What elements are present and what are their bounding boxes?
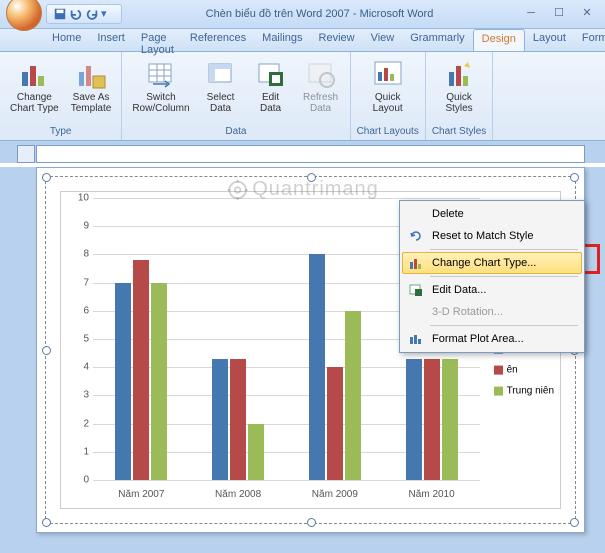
redo-icon[interactable] [85, 7, 99, 21]
close-button[interactable]: ✕ [573, 5, 601, 23]
ribbon-tabs: HomeInsertPage LayoutReferencesMailingsR… [0, 29, 605, 52]
select-data-button[interactable]: SelectData [198, 56, 244, 125]
ctx-reset[interactable]: Reset to Match Style [402, 225, 582, 247]
window-title: Chèn biểu đồ trên Word 2007 - Microsoft … [122, 8, 517, 20]
tab-page-layout[interactable]: Page Layout [133, 29, 182, 51]
horizontal-ruler[interactable] [36, 145, 585, 163]
y-tick: 4 [69, 362, 89, 373]
ribbon: ChangeChart Type Save AsTemplate Type Sw… [0, 52, 605, 141]
qat-dropdown-icon[interactable]: ▾ [101, 7, 115, 21]
ctx-delete[interactable]: Delete [402, 203, 582, 225]
x-label: Năm 2009 [287, 489, 384, 500]
bar[interactable] [327, 367, 343, 480]
resize-handle[interactable] [570, 518, 579, 527]
bar[interactable] [345, 311, 361, 480]
resize-handle[interactable] [42, 346, 51, 355]
resize-handle[interactable] [570, 173, 579, 182]
bar[interactable] [133, 260, 149, 480]
x-label: Năm 2008 [190, 489, 287, 500]
quick-styles-button[interactable]: QuickStyles [436, 56, 482, 125]
ctx-format-plot-area[interactable]: Format Plot Area... [402, 328, 582, 350]
bar[interactable] [212, 359, 228, 480]
y-tick: 10 [69, 193, 89, 204]
y-tick: 2 [69, 418, 89, 429]
tab-insert[interactable]: Insert [89, 29, 133, 51]
office-button[interactable] [6, 0, 42, 31]
tab-format[interactable]: Format [574, 29, 605, 51]
refresh-data-button[interactable]: RefreshData [298, 56, 344, 125]
resize-handle[interactable] [307, 173, 316, 182]
resize-handle[interactable] [307, 518, 316, 527]
tab-view[interactable]: View [363, 29, 403, 51]
save-icon[interactable] [53, 7, 67, 21]
resize-handle[interactable] [42, 518, 51, 527]
y-tick: 5 [69, 334, 89, 345]
maximize-button[interactable]: ☐ [545, 5, 573, 23]
undo-icon[interactable] [69, 7, 83, 21]
y-tick: 7 [69, 277, 89, 288]
y-tick: 9 [69, 221, 89, 232]
quick-access-toolbar: ▾ [46, 4, 122, 24]
tab-grammarly[interactable]: Grammarly [402, 29, 472, 51]
tab-mailings[interactable]: Mailings [254, 29, 310, 51]
change-chart-type-button[interactable]: ChangeChart Type [6, 56, 63, 125]
y-tick: 6 [69, 305, 89, 316]
y-tick: 1 [69, 446, 89, 457]
ctx-change-chart-type[interactable]: Change Chart Type... [402, 252, 582, 274]
save-as-template-button[interactable]: Save AsTemplate [67, 56, 116, 125]
switch-row-column-button[interactable]: SwitchRow/Column [128, 56, 193, 125]
edit-data-button[interactable]: EditData [248, 56, 294, 125]
resize-handle[interactable] [42, 173, 51, 182]
legend-item[interactable]: ên [494, 362, 554, 379]
group-label-styles: Chart Styles [432, 125, 486, 138]
y-tick: 3 [69, 390, 89, 401]
quick-layout-button[interactable]: QuickLayout [365, 56, 411, 125]
group-label-data: Data [225, 125, 246, 138]
group-label-layouts: Chart Layouts [357, 125, 419, 138]
y-tick: 8 [69, 249, 89, 260]
tab-design[interactable]: Design [473, 29, 525, 51]
bar[interactable] [424, 359, 440, 480]
bar[interactable] [442, 359, 458, 480]
group-label-type: Type [50, 125, 72, 138]
ctx-3d-rotation: 3-D Rotation... [402, 301, 582, 323]
x-label: Năm 2010 [383, 489, 480, 500]
context-menu: Delete Reset to Match Style Change Chart… [399, 200, 585, 353]
ctx-edit-data[interactable]: Edit Data... [402, 279, 582, 301]
minimize-button[interactable]: ─ [517, 5, 545, 23]
tab-layout[interactable]: Layout [525, 29, 574, 51]
bar[interactable] [151, 283, 167, 480]
tab-references[interactable]: References [182, 29, 254, 51]
tab-review[interactable]: Review [311, 29, 363, 51]
bar[interactable] [115, 283, 131, 480]
x-label: Năm 2007 [93, 489, 190, 500]
bar[interactable] [309, 254, 325, 480]
legend-item[interactable]: Trung niên [494, 383, 554, 400]
bar[interactable] [248, 424, 264, 480]
bar[interactable] [230, 359, 246, 480]
y-tick: 0 [69, 475, 89, 486]
tab-home[interactable]: Home [44, 29, 89, 51]
bar[interactable] [406, 359, 422, 480]
